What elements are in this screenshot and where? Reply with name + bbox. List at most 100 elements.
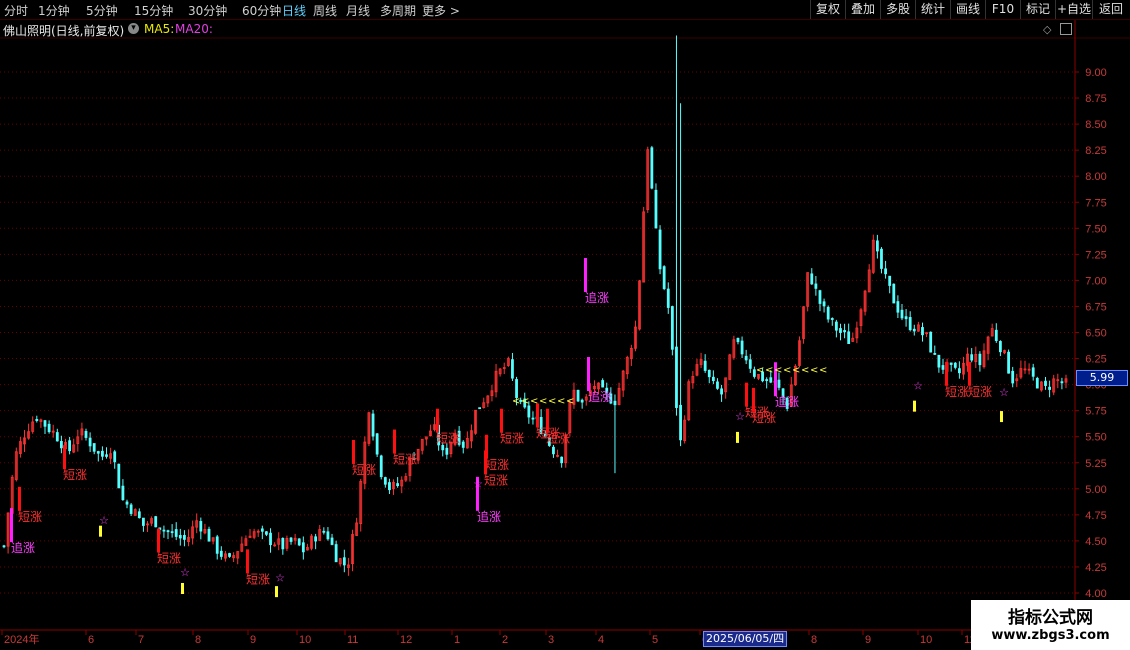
ma5-label: MA5: [144,22,175,36]
y-tick-label: 8.00 [1085,171,1106,183]
duanzhang-bar [246,549,249,574]
candle-body [822,301,826,307]
period-tab-1min[interactable]: 1分钟 [38,2,70,19]
duanzhang-label: 短涨 [436,431,460,446]
period-tab-weekly[interactable]: 周线 [313,2,337,19]
candle-body [560,456,564,464]
candle-body [334,544,338,563]
star-marker: ☆ [735,410,745,423]
x-tick-label: 8 [195,634,201,646]
candle-body [576,389,580,402]
candle-body [137,511,141,519]
candle-body [166,530,170,533]
candle-body [941,365,945,370]
candle-body [174,529,178,537]
period-tab-15min[interactable]: 15分钟 [134,2,173,19]
candle-body [297,538,301,546]
dropdown-circle-icon[interactable]: ▾ [128,23,139,34]
candle-body [937,354,941,368]
candle-body [92,443,96,452]
x-tick-label: 7 [138,634,144,646]
f10-button[interactable]: F10 [985,0,1020,19]
duanzhang-bar [745,382,748,407]
y-tick-label: 5.00 [1085,484,1106,496]
kline-chart[interactable]: 追涨追涨追涨追涨追涨短涨短涨短涨短涨短涨短涨短涨短涨短涨短涨 短涨短涨短涨短涨短涨… [0,0,1130,650]
arrow-marker: < [819,365,827,376]
candle-body [896,301,900,313]
duanzhang-bar [752,387,755,412]
candle-body [978,353,982,366]
x-tick-label: 5 [652,634,658,646]
candle-body [892,283,896,304]
period-toolbar: 分时 1分钟 5分钟 15分钟 30分钟 60分钟 日线 周线 月线 多周期 更… [0,0,1130,20]
period-tab-daily[interactable]: 日线 [282,2,306,19]
candle-body [47,423,51,433]
candle-body [154,516,158,528]
overlay-button[interactable]: 叠加 [845,0,880,19]
candle-body [84,430,88,438]
period-tab-5min[interactable]: 5分钟 [86,2,118,19]
y-tick-label: 7.75 [1085,197,1106,209]
arrow-marker: < [792,365,800,376]
statistics-button[interactable]: 统计 [915,0,950,19]
duanzhang-bar [968,361,971,386]
zhuizhang-label: 追涨 [477,509,501,524]
candle-body [388,482,391,491]
candle-body [929,331,933,353]
candle-body [953,362,957,368]
x-tick-label: 2024年 [4,632,39,646]
duanzhang-bar [352,439,355,464]
candle-body [1048,386,1051,390]
date-axis: 2024年6789101112123456891011 [0,629,1075,646]
yellow-signal-bar [913,400,916,412]
x-tick-label: 10 [299,634,311,646]
candle-body [970,354,974,361]
candle-body [904,316,908,320]
duanzhang-bar [546,408,549,433]
duanzhang-label: 短涨 [485,457,509,472]
candle-body [527,405,531,418]
candle-body [707,369,711,378]
star-marker: ☆ [99,514,109,527]
candle-body [35,419,39,421]
period-tab-fenshi[interactable]: 分时 [4,2,28,19]
duanzhang-bar [63,445,66,470]
arrow-marker: < [512,396,520,407]
fuquan-button[interactable]: 复权 [810,0,845,19]
mark-button[interactable]: 标记 [1020,0,1055,19]
x-tick-label: 2 [502,634,508,646]
multi-stock-button[interactable]: 多股 [880,0,915,19]
candle-body [269,532,272,546]
yellow-signal-bar [1000,411,1003,423]
candle-body [96,451,100,454]
candle-body [326,531,330,540]
watermark-logo: 指标公式网 www.zbgs3.com [971,600,1130,650]
y-tick-label: 5.25 [1085,458,1106,470]
period-tab-more[interactable]: 更多 > [422,2,460,19]
candle-body [183,535,186,540]
period-tab-30min[interactable]: 30分钟 [188,2,227,19]
period-tab-monthly[interactable]: 月线 [346,2,370,19]
duanzhang-label: 短涨 [945,384,969,399]
zhuizhang-label: 追涨 [11,540,35,555]
duanzhang-label: 短涨 [546,431,570,446]
panel-toggle-icon[interactable] [1060,23,1072,35]
draw-line-button[interactable]: 画线 [950,0,985,19]
period-tab-60min[interactable]: 60分钟 [242,2,281,19]
arrow-marker: < [557,396,565,407]
diamond-icon[interactable]: ◇ [1043,23,1051,36]
candle-body [379,455,383,478]
duanzhang-label: 短涨 [63,467,87,482]
cursor-date-tag: 2025/06/05/四 [703,631,788,647]
candle-body [215,536,219,554]
candle-body [1035,377,1039,389]
duanzhang-label: 短涨 [246,571,270,586]
add-watchlist-button[interactable]: +自选 [1055,0,1092,19]
candle-body [1044,380,1047,386]
x-tick-label: 3 [548,634,554,646]
back-button[interactable]: 返回 [1092,0,1129,19]
candle-body [880,248,883,269]
candle-body [55,432,59,442]
y-tick-label: 7.00 [1085,275,1106,287]
period-tab-multi[interactable]: 多周期 [380,2,416,19]
